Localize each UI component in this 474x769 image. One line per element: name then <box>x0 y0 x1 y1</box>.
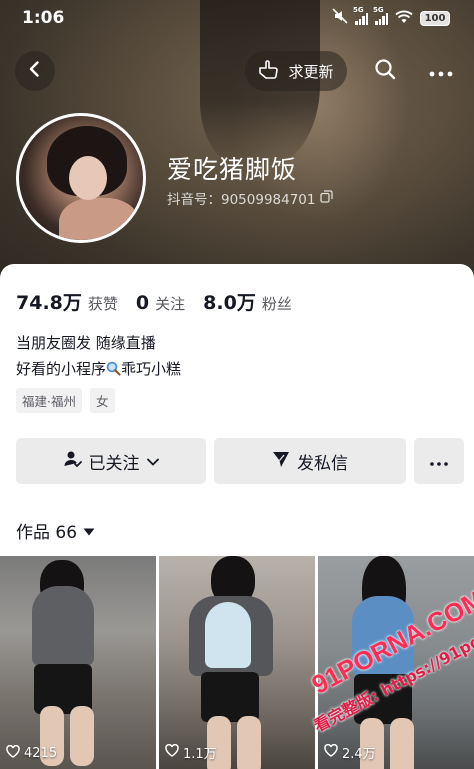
bio-line-2-suffix: 乖巧小糕 <box>121 360 182 378</box>
magnifier-icon <box>106 360 121 378</box>
profile-more-button[interactable] <box>414 438 464 484</box>
heart-outline-icon <box>6 744 20 762</box>
thumbnail-figure-leg <box>390 718 414 769</box>
followed-button[interactable]: 已关注 <box>16 438 206 484</box>
thumbnail-figure-leg <box>237 716 261 769</box>
stat-label: 关注 <box>155 295 186 313</box>
profile-tags: 福建·福州 女 <box>16 388 115 413</box>
signal-icon-2: 5G <box>373 6 388 25</box>
caret-down-icon <box>83 521 95 541</box>
status-time: 1:06 <box>22 8 65 28</box>
stat-label: 粉丝 <box>261 295 292 313</box>
more-dots-icon <box>430 451 448 471</box>
profile-stats: 74.8万 获赞 0 关注 8.0万 粉丝 <box>16 288 292 315</box>
avatar[interactable] <box>16 113 146 243</box>
video-likes: 1.1万 <box>165 743 217 762</box>
stat-label: 获赞 <box>87 295 118 313</box>
thumbnail-figure-shorts <box>354 674 412 724</box>
video-likes-count: 1.1万 <box>183 747 217 762</box>
signal-1-label: 5G <box>353 5 364 14</box>
stat-following[interactable]: 0 关注 <box>136 292 185 314</box>
douyin-id-text: 抖音号：90509984701 <box>167 192 316 208</box>
heart-outline-icon <box>324 743 338 761</box>
thumbnail-figure-top <box>205 602 251 668</box>
mute-icon <box>332 8 348 28</box>
back-button[interactable] <box>15 51 55 91</box>
bio-line-1: 当朋友圈发 随缘直播 <box>16 334 156 352</box>
stat-value: 0 <box>135 292 150 314</box>
battery-indicator: 100 <box>420 10 450 26</box>
signal-icon-1: 5G <box>353 6 368 25</box>
chevron-down-icon <box>146 451 159 471</box>
pointing-hand-icon <box>258 59 280 83</box>
stat-value: 74.8万 <box>16 292 82 314</box>
send-icon <box>272 450 290 473</box>
request-update-button[interactable]: 求更新 <box>245 51 347 91</box>
bio-line-2: 好看的小程序 乖巧小糕 <box>16 356 181 382</box>
profile-nickname: 爱吃猪脚饭 <box>167 155 298 184</box>
works-label: 作品 66 <box>16 523 78 543</box>
location-tag: 福建·福州 <box>16 388 82 413</box>
more-dots-icon <box>429 62 453 81</box>
avatar-face <box>69 156 107 200</box>
heart-outline-icon <box>165 743 179 761</box>
video-thumbnail[interactable]: 1.1万 <box>159 556 315 769</box>
thumbnail-figure-shorts <box>201 672 259 722</box>
works-tab[interactable]: 作品 66 <box>16 518 95 543</box>
profile-bio: 当朋友圈发 随缘直播 好看的小程序 乖巧小糕 <box>16 330 181 382</box>
copy-icon <box>320 189 334 207</box>
search-icon <box>374 58 396 84</box>
video-thumbnail[interactable]: 4215 <box>0 556 156 769</box>
profile-actions: 已关注 发私信 <box>16 438 464 484</box>
followed-label: 已关注 <box>88 453 140 474</box>
video-likes-count: 2.4万 <box>342 747 376 762</box>
send-message-label: 发私信 <box>297 453 348 474</box>
video-likes: 4215 <box>6 744 58 762</box>
user-check-icon <box>64 450 82 473</box>
more-options-button[interactable] <box>421 51 461 91</box>
video-likes: 2.4万 <box>324 743 376 762</box>
stat-value: 8.0万 <box>203 292 256 314</box>
stat-followers[interactable]: 8.0万 粉丝 <box>203 288 292 315</box>
search-button[interactable] <box>365 51 405 91</box>
profile-card: 74.8万 获赞 0 关注 8.0万 粉丝 当朋友圈发 随缘直播 好看的小程序乖… <box>0 264 474 769</box>
wifi-icon <box>395 9 413 28</box>
signal-2-label: 5G <box>373 5 384 14</box>
stat-likes: 74.8万 获赞 <box>16 288 118 315</box>
video-grid: 4215 1.1万 2.4万 <box>0 556 474 769</box>
video-likes-count: 4215 <box>24 746 58 761</box>
gender-tag: 女 <box>89 388 115 413</box>
bio-line-2-text: 好看的小程序 <box>16 360 107 378</box>
request-update-label: 求更新 <box>288 62 334 81</box>
status-bar: 1:06 5G 5G 100 <box>0 0 474 36</box>
send-message-button[interactable]: 发私信 <box>214 438 406 484</box>
video-thumbnail[interactable]: 2.4万 <box>318 556 474 769</box>
avatar-body <box>59 198 139 240</box>
douyin-id[interactable]: 抖音号：90509984701 <box>167 188 334 208</box>
status-icons: 5G 5G 100 <box>332 6 450 28</box>
thumbnail-figure-body <box>32 586 94 666</box>
thumbnail-figure-leg <box>70 706 94 766</box>
thumbnail-figure-body <box>352 596 414 676</box>
chevron-left-icon <box>26 60 44 82</box>
